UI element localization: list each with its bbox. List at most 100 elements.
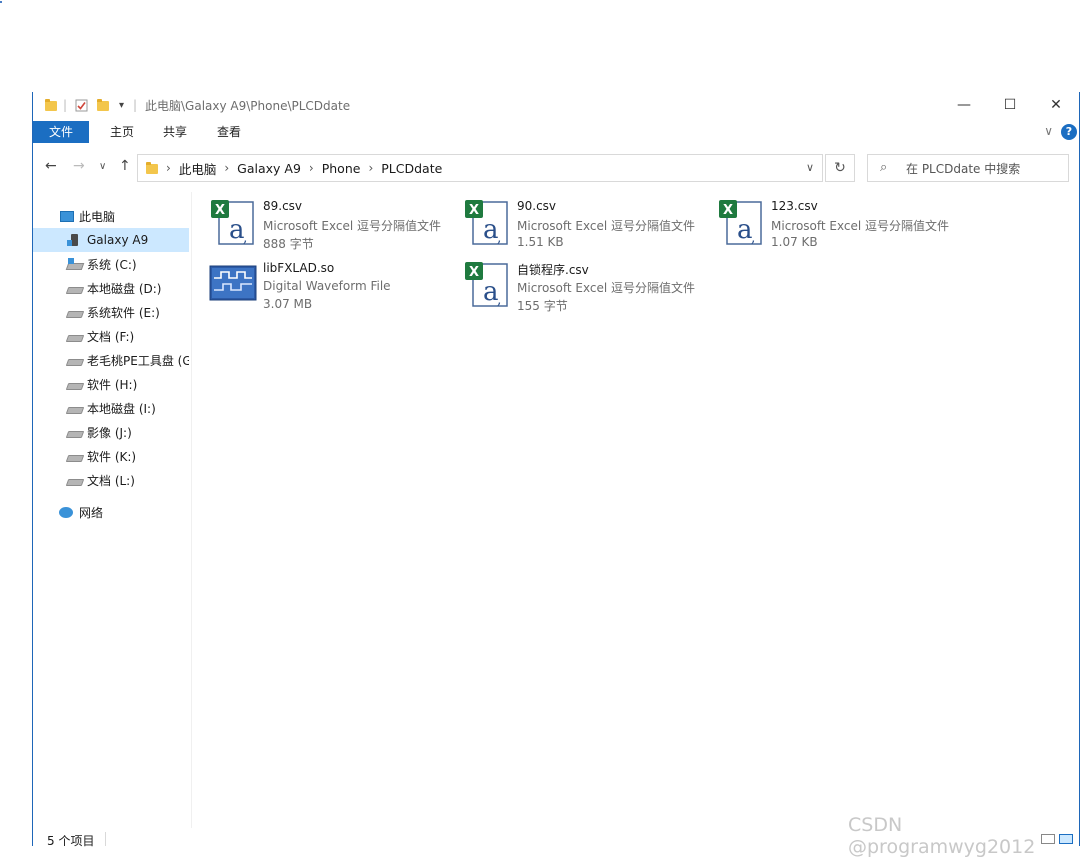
sidebar-item-label: Galaxy A9 — [87, 233, 149, 247]
breadcrumb-chevron-icon[interactable]: › — [166, 161, 171, 175]
file-item[interactable]: a , X 90.csv Microsoft Excel 逗号分隔值文件 1.5… — [463, 196, 713, 252]
sidebar-item-label: 本地磁盘 (D:) — [87, 281, 162, 296]
breadcrumb-chevron-icon[interactable]: › — [224, 161, 229, 175]
sidebar-item-drive-l[interactable]: 文档 (L:) — [33, 468, 189, 492]
maximize-button[interactable]: ☐ — [987, 92, 1033, 118]
expand-ribbon-icon[interactable]: ∨ — [1044, 124, 1053, 138]
excel-csv-icon: a , X — [209, 198, 257, 246]
navigation-pane: 此电脑 Galaxy A9 系统 (C:) 本地磁盘 (D:) 系统软件 (E:… — [33, 202, 190, 822]
tab-file[interactable]: 文件 — [33, 121, 89, 143]
excel-csv-icon: a , X — [717, 198, 765, 246]
network-icon — [59, 506, 73, 518]
sidebar-item-drive-h[interactable]: 软件 (H:) — [33, 372, 189, 396]
sidebar-item-drive-d[interactable]: 本地磁盘 (D:) — [33, 276, 189, 300]
file-size: 155 字节 — [517, 299, 568, 313]
properties-check-icon[interactable] — [75, 97, 88, 113]
svg-text:,: , — [243, 230, 247, 246]
sidebar-item-network[interactable]: 网络 — [33, 500, 189, 524]
close-button[interactable]: ✕ — [1033, 92, 1079, 118]
breadcrumb-chevron-icon[interactable]: › — [309, 161, 314, 175]
address-bar[interactable]: › 此电脑 › Galaxy A9 › Phone › PLCDdate ∨ — [137, 154, 823, 182]
search-box[interactable]: ⌕ — [867, 154, 1069, 182]
minimize-button[interactable]: — — [941, 92, 987, 118]
file-name: 90.csv — [517, 199, 557, 213]
svg-text:,: , — [497, 292, 501, 308]
new-folder-icon[interactable] — [97, 97, 109, 113]
svg-text:X: X — [469, 203, 479, 218]
drive-icon — [67, 378, 81, 390]
sidebar-item-drive-c[interactable]: 系统 (C:) — [33, 252, 189, 276]
sidebar-item-drive-j[interactable]: 影像 (J:) — [33, 420, 189, 444]
breadcrumb-phone[interactable]: Phone — [322, 161, 361, 176]
breadcrumb-plcddate[interactable]: PLCDdate — [381, 161, 442, 176]
sidebar-item-label: 老毛桃PE工具盘 (G — [87, 353, 189, 368]
recent-locations-button[interactable]: ∨ — [99, 161, 106, 172]
up-button[interactable]: ↑ — [119, 158, 131, 174]
sidebar-item-drive-k[interactable]: 软件 (K:) — [33, 444, 189, 468]
file-size: 3.07 MB — [263, 297, 313, 311]
file-item[interactable]: a , X 89.csv Microsoft Excel 逗号分隔值文件 888… — [209, 196, 459, 252]
drive-icon — [67, 282, 81, 294]
qa-separator: | — [63, 98, 68, 112]
system-drive-icon — [67, 258, 81, 270]
folder-icon — [146, 162, 158, 174]
sidebar-item-drive-g[interactable]: 老毛桃PE工具盘 (G — [33, 348, 189, 372]
pc-icon — [59, 210, 74, 222]
drive-icon — [67, 474, 81, 486]
file-size: 888 字节 — [263, 237, 314, 251]
phone-icon — [67, 234, 81, 246]
file-item[interactable]: a , X 123.csv Microsoft Excel 逗号分隔值文件 1.… — [717, 196, 967, 252]
excel-csv-icon: a , X — [463, 260, 511, 308]
watermark: CSDN @programwyg2012 — [848, 814, 1036, 858]
file-type: Microsoft Excel 逗号分隔值文件 — [517, 281, 696, 295]
sidebar-item-this-pc[interactable]: 此电脑 — [33, 204, 189, 228]
sidebar-item-galaxy-a9[interactable]: Galaxy A9 — [33, 228, 189, 252]
sidebar-item-label: 系统 (C:) — [87, 257, 137, 272]
ribbon-tabs: 文件 主页 共享 查看 ∨ ? — [33, 121, 1079, 143]
breadcrumb-chevron-icon[interactable]: › — [368, 161, 373, 175]
tab-home[interactable]: 主页 — [97, 121, 147, 143]
forward-button[interactable]: → — [73, 158, 85, 174]
pane-divider[interactable] — [191, 192, 192, 828]
sidebar-item-drive-e[interactable]: 系统软件 (E:) — [33, 300, 189, 324]
address-dropdown-icon[interactable]: ∨ — [806, 161, 814, 174]
drive-icon — [67, 354, 81, 366]
file-type: Microsoft Excel 逗号分隔值文件 — [263, 219, 442, 233]
title-bar: | ▾ | 此电脑\Galaxy A9\Phone\PLCDdate — ☐ ✕ — [33, 92, 1079, 118]
svg-text:,: , — [751, 230, 755, 246]
breadcrumb-this-pc[interactable]: 此电脑 — [179, 159, 217, 178]
file-item[interactable]: a , X 自锁程序.csv Microsoft Excel 逗号分隔值文件 1… — [463, 258, 713, 314]
sidebar-item-label: 此电脑 — [79, 209, 116, 224]
tab-view[interactable]: 查看 — [203, 121, 255, 143]
sidebar-item-label: 网络 — [79, 505, 104, 520]
file-size: 1.07 KB — [771, 235, 818, 249]
file-item[interactable]: libFXLAD.so Digital Waveform File 3.07 M… — [209, 258, 459, 314]
file-size: 1.51 KB — [517, 235, 564, 249]
excel-csv-icon: a , X — [463, 198, 511, 246]
item-count: 5 个项目 — [47, 834, 95, 848]
back-button[interactable]: ← — [45, 158, 57, 174]
drive-icon — [67, 330, 81, 342]
sidebar-item-label: 软件 (K:) — [87, 449, 137, 464]
drive-icon — [67, 450, 81, 462]
sidebar-item-label: 文档 (F:) — [87, 329, 135, 344]
status-separator — [105, 832, 106, 846]
help-icon[interactable]: ? — [1061, 124, 1077, 140]
sidebar-item-drive-f[interactable]: 文档 (F:) — [33, 324, 189, 348]
customize-qa-dropdown-icon[interactable]: ▾ — [119, 97, 124, 113]
file-list: a , X 89.csv Microsoft Excel 逗号分隔值文件 888… — [209, 196, 1069, 816]
sidebar-item-label: 文档 (L:) — [87, 473, 135, 488]
file-explorer-window: | ▾ | 此电脑\Galaxy A9\Phone\PLCDdate — ☐ ✕… — [32, 92, 1080, 848]
tab-share[interactable]: 共享 — [149, 121, 201, 143]
svg-text:,: , — [497, 230, 501, 246]
sidebar-item-drive-i[interactable]: 本地磁盘 (I:) — [33, 396, 189, 420]
quick-access-folder-icon[interactable] — [45, 97, 57, 113]
refresh-button[interactable]: ↻ — [825, 154, 855, 182]
file-name: 123.csv — [771, 199, 818, 213]
sidebar-item-label: 软件 (H:) — [87, 377, 138, 392]
title-separator: | — [133, 98, 138, 112]
search-input[interactable] — [904, 158, 1068, 180]
breadcrumb-galaxy-a9[interactable]: Galaxy A9 — [237, 161, 301, 176]
file-name: libFXLAD.so — [263, 261, 335, 275]
file-type: Microsoft Excel 逗号分隔值文件 — [771, 219, 950, 233]
